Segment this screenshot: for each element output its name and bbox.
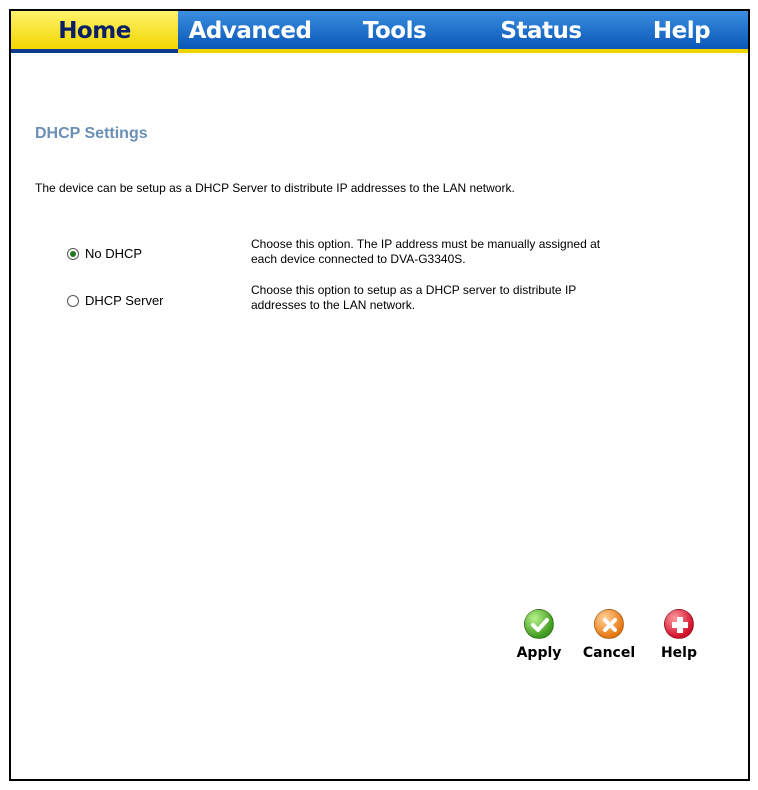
help-button[interactable]: Help (649, 609, 709, 661)
plus-icon (664, 609, 694, 639)
option-no-dhcp[interactable]: No DHCP (67, 246, 142, 261)
checkmark-icon (524, 609, 554, 639)
no-dhcp-radio[interactable] (67, 247, 79, 260)
top-nav-tabs: Home Advanced Tools Status Help (11, 11, 748, 53)
page-title: DHCP Settings (35, 125, 148, 142)
page-frame: Home Advanced Tools Status Help DHCP Set… (9, 9, 750, 781)
no-dhcp-description: Choose this option. The IP address must … (251, 237, 711, 267)
page-description: The device can be setup as a DHCP Server… (35, 181, 515, 195)
tab-tools[interactable]: Tools (322, 11, 467, 53)
tab-home-label: Home (58, 18, 131, 44)
tab-advanced[interactable]: Advanced (178, 11, 322, 53)
x-mark-icon (594, 609, 624, 639)
tab-status-label: Status (500, 18, 582, 44)
dhcp-server-desc-line1: Choose this option to setup as a DHCP se… (251, 283, 577, 297)
option-dhcp-server[interactable]: DHCP Server (67, 293, 164, 308)
apply-label: Apply (516, 645, 562, 661)
dhcp-server-radio[interactable] (67, 294, 79, 307)
action-buttons: Apply Cancel Help (509, 609, 709, 673)
tab-tools-label: Tools (362, 18, 427, 44)
tab-status[interactable]: Status (467, 11, 615, 53)
tab-help-label: Help (652, 18, 711, 44)
no-dhcp-desc-line1: Choose this option. The IP address must … (251, 237, 601, 251)
dhcp-server-desc-line2: addresses to the LAN network. (251, 298, 416, 312)
dhcp-server-label: DHCP Server (85, 293, 164, 308)
help-label: Help (660, 645, 698, 661)
apply-button[interactable]: Apply (509, 609, 569, 661)
cancel-label: Cancel (582, 645, 636, 661)
tab-advanced-label: Advanced (188, 18, 312, 44)
tab-help[interactable]: Help (615, 11, 748, 53)
dhcp-server-description: Choose this option to setup as a DHCP se… (251, 283, 711, 313)
no-dhcp-desc-line2: each device connected to DVA-G3340S. (251, 252, 466, 266)
tab-home[interactable]: Home (11, 11, 178, 53)
no-dhcp-label: No DHCP (85, 246, 143, 261)
cancel-button[interactable]: Cancel (579, 609, 639, 661)
